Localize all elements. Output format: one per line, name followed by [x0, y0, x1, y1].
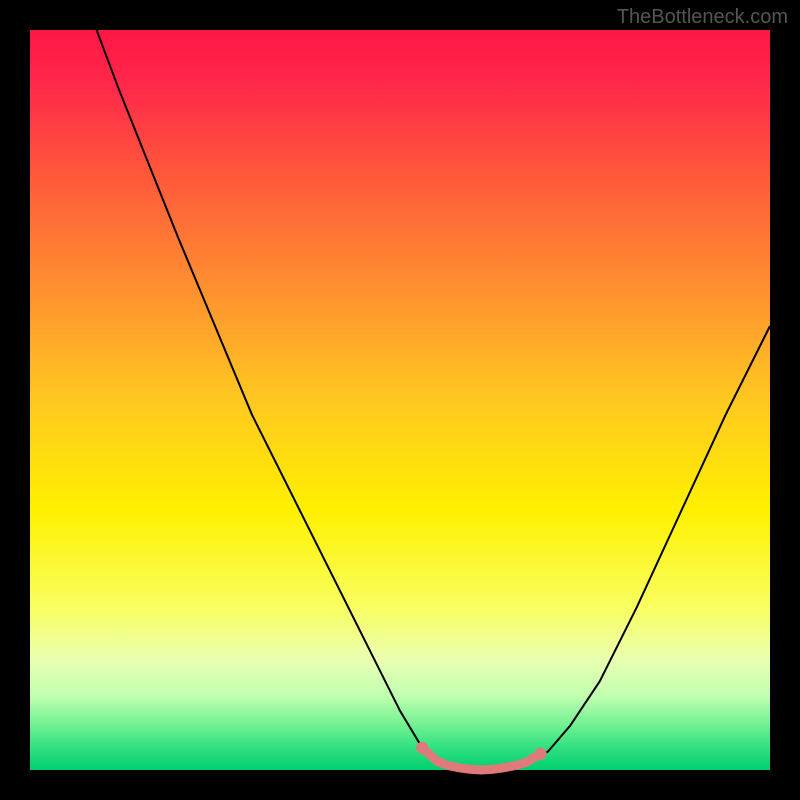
marker-point — [416, 742, 428, 754]
marker-point — [535, 748, 547, 760]
marker-point — [477, 766, 485, 774]
marker-point — [489, 765, 497, 773]
marker-point — [522, 759, 530, 767]
marker-point — [455, 764, 463, 772]
marker-point — [500, 764, 508, 772]
watermark-text: TheBottleneck.com — [617, 6, 788, 29]
chart-background-gradient — [30, 30, 770, 770]
chart-container: TheBottleneck.com — [0, 0, 800, 800]
marker-point — [466, 765, 474, 773]
bottleneck-chart — [0, 0, 800, 800]
marker-point — [433, 757, 441, 765]
marker-point — [511, 762, 519, 770]
marker-point — [444, 762, 452, 770]
